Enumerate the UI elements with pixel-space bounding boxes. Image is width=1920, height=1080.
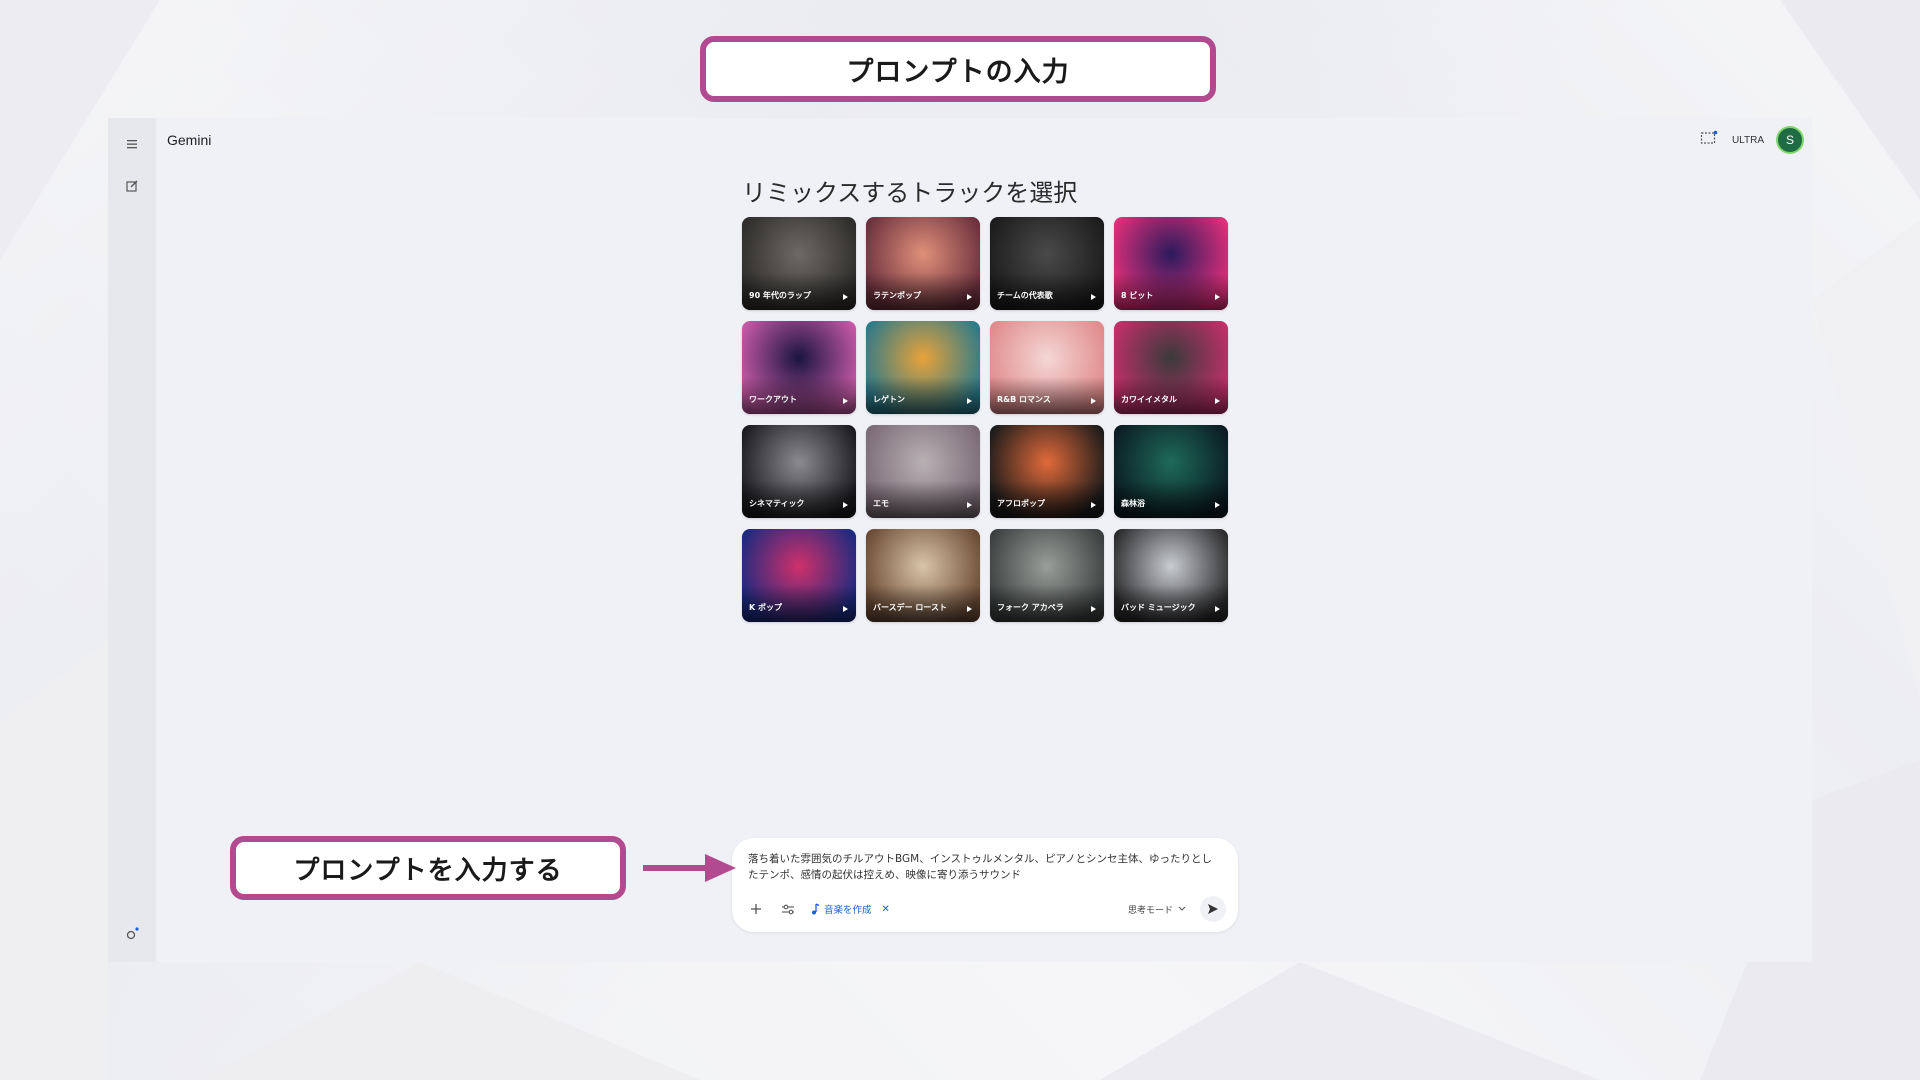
sliders-icon (782, 904, 794, 915)
prompt-input[interactable]: 落ち着いた雰囲気のチルアウトBGM、インストゥルメンタル、ピアノとシンセ主体、ゆ… (748, 851, 1218, 883)
play-icon (1215, 502, 1220, 508)
mode-label: 思考モード (1127, 905, 1173, 916)
play-icon (1215, 398, 1220, 404)
prompt-toolbar: 音楽を作成 ✕ 思考モード (746, 896, 1226, 922)
track-label: K ポップ (749, 603, 782, 612)
track-label: 森林浴 (1121, 499, 1145, 508)
play-icon (1215, 294, 1220, 300)
callout-top: プロンプトの入力 (700, 36, 1216, 102)
play-icon (967, 606, 972, 612)
play-icon (843, 398, 848, 404)
track-tile[interactable]: シネマティック (742, 425, 856, 518)
send-icon (1208, 904, 1218, 914)
play-icon (967, 398, 972, 404)
send-button[interactable] (1200, 896, 1226, 922)
track-tile[interactable]: バッド ミュージック (1114, 529, 1228, 622)
track-tile[interactable]: 森林浴 (1114, 425, 1228, 518)
play-icon (1091, 294, 1096, 300)
avatar[interactable]: S (1778, 128, 1802, 152)
tool-chip-create-music[interactable]: 音楽を作成 ✕ (810, 902, 890, 916)
play-icon (1215, 606, 1220, 612)
track-label: チームの代表歌 (997, 291, 1053, 300)
play-icon (1091, 502, 1096, 508)
track-tile[interactable]: K ポップ (742, 529, 856, 622)
track-tile[interactable]: バースデー ロースト (866, 529, 980, 622)
track-label: 90 年代のラップ (749, 291, 811, 300)
play-icon (843, 606, 848, 612)
track-label: レゲトン (873, 395, 905, 404)
add-button[interactable] (746, 899, 766, 919)
close-icon[interactable]: ✕ (882, 904, 890, 915)
settings-button[interactable] (120, 922, 144, 946)
canvas-button[interactable] (1700, 130, 1718, 150)
track-label: バッド ミュージック (1121, 603, 1196, 612)
track-label: シネマティック (749, 499, 805, 508)
track-tile[interactable]: ワークアウト (742, 321, 856, 414)
track-tile[interactable]: チームの代表歌 (990, 217, 1104, 310)
music-note-icon (812, 903, 820, 915)
track-label: 8 ビット (1121, 291, 1154, 300)
track-tile[interactable]: カワイイメタル (1114, 321, 1228, 414)
track-tile[interactable]: フォーク アカペラ (990, 529, 1104, 622)
menu-button[interactable] (120, 132, 144, 156)
track-tile[interactable]: アフロポップ (990, 425, 1104, 518)
play-icon (843, 502, 848, 508)
track-label: カワイイメタル (1121, 395, 1177, 404)
track-tile[interactable]: R&B ロマンス (990, 321, 1104, 414)
track-tile[interactable]: 90 年代のラップ (742, 217, 856, 310)
gear-icon (126, 927, 139, 940)
tools-button[interactable] (778, 899, 798, 919)
play-icon (843, 294, 848, 300)
prompt-box[interactable]: 落ち着いた雰囲気のチルアウトBGM、インストゥルメンタル、ピアノとシンセ主体、ゆ… (732, 838, 1238, 932)
track-tile[interactable]: ラテンポップ (866, 217, 980, 310)
play-icon (1091, 398, 1096, 404)
track-tile[interactable]: エモ (866, 425, 980, 518)
play-icon (1091, 606, 1096, 612)
top-right-actions: ULTRA S (1700, 128, 1802, 152)
plus-icon (751, 904, 761, 914)
hamburger-icon (127, 140, 137, 149)
screen-share-icon (1700, 130, 1718, 144)
arrow-icon (643, 854, 736, 882)
page-title: リミックスするトラックを選択 (742, 179, 1078, 207)
track-tile[interactable]: 8 ビット (1114, 217, 1228, 310)
new-chat-button[interactable] (120, 174, 144, 198)
tool-chip-label: 音楽を作成 (824, 905, 872, 916)
edit-icon (126, 180, 138, 192)
chevron-down-icon (1178, 906, 1186, 911)
track-label: ワークアウト (749, 395, 797, 404)
track-label: フォーク アカペラ (997, 603, 1064, 612)
track-label: ラテンポップ (873, 291, 921, 300)
callout-bottom: プロンプトを入力する (230, 836, 626, 900)
play-icon (967, 502, 972, 508)
track-grid: 90 年代のラップ ラテンポップ チームの代表歌 8 ビット ワークアウト レゲ… (742, 217, 1230, 622)
play-icon (967, 294, 972, 300)
track-tile[interactable]: レゲトン (866, 321, 980, 414)
app-title: Gemini (167, 132, 212, 148)
mode-selector[interactable]: 思考モード (1128, 903, 1186, 916)
track-label: エモ (873, 499, 889, 508)
track-label: R&B ロマンス (997, 395, 1051, 404)
plan-badge: ULTRA (1731, 134, 1764, 146)
side-rail (108, 118, 156, 962)
track-label: アフロポップ (997, 499, 1045, 508)
track-label: バースデー ロースト (873, 603, 947, 612)
